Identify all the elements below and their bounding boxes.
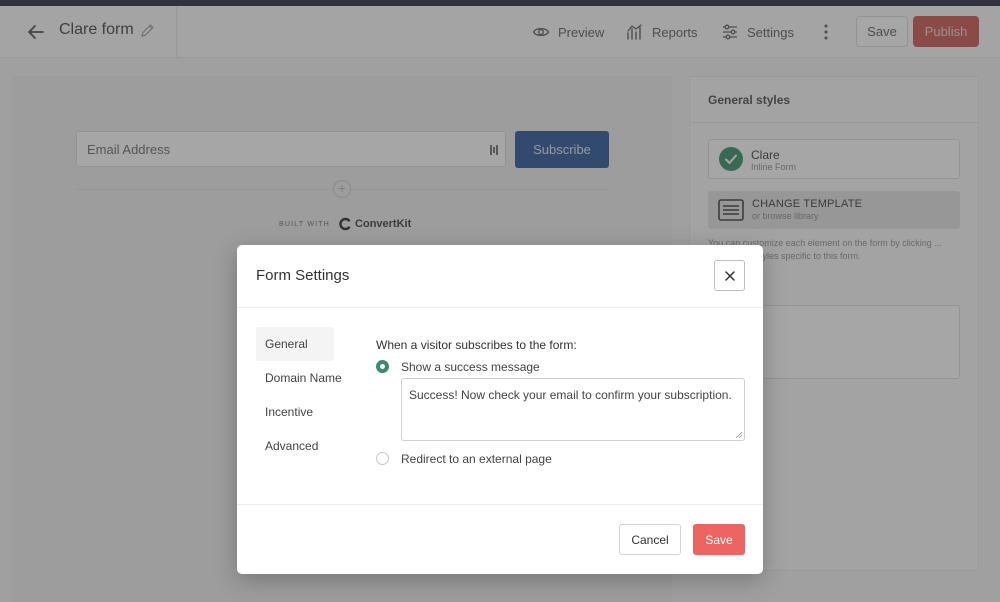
success-message-text: Success! Now check your email to confirm… — [409, 388, 732, 402]
resize-grip-icon[interactable] — [736, 432, 742, 438]
success-message-textarea[interactable]: Success! Now check your email to confirm… — [401, 378, 745, 441]
radio-redirect[interactable] — [376, 452, 389, 465]
nav-item-advanced[interactable]: Advanced — [256, 429, 416, 463]
close-button[interactable] — [714, 260, 745, 291]
close-icon — [724, 270, 735, 281]
radio-success-label[interactable]: Show a success message — [401, 360, 540, 374]
modal-title: Form Settings — [256, 267, 350, 284]
nav-item-domain-name[interactable]: Domain Name — [256, 361, 416, 395]
modal-separator-top — [237, 307, 763, 308]
nav-item-incentive[interactable]: Incentive — [256, 395, 416, 429]
modal-separator-bottom — [237, 504, 763, 505]
modal-save-button[interactable]: Save — [693, 524, 745, 555]
radio-redirect-label[interactable]: Redirect to an external page — [401, 452, 552, 466]
form-settings-modal: Form Settings General Domain Name Incent… — [237, 245, 763, 574]
section-label: When a visitor subscribes to the form: — [376, 338, 577, 352]
radio-success-message[interactable] — [376, 360, 389, 373]
settings-nav: General Domain Name Incentive Advanced — [256, 327, 342, 463]
nav-item-general[interactable]: General — [256, 327, 334, 361]
cancel-button[interactable]: Cancel — [619, 524, 681, 555]
